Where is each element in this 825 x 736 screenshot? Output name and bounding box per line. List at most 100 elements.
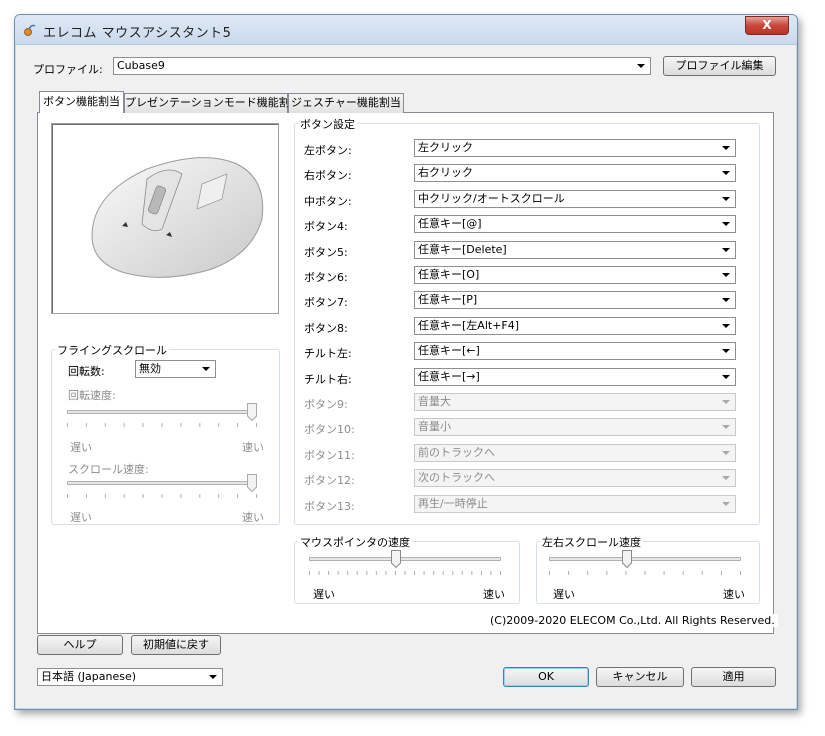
button-setting-label: ボタン11: (304, 449, 355, 462)
chevron-down-icon (722, 451, 730, 455)
pointer-speed-slow: 遅い (313, 588, 335, 601)
button-setting-dropdown[interactable]: 左クリック (414, 139, 736, 157)
pointer-speed-title: マウスポインタの速度 (298, 534, 412, 550)
button-setting-label: ボタン13: (304, 500, 355, 513)
button-setting-value: 任意キー[→] (418, 370, 480, 383)
button-setting-label: ボタン9: (304, 398, 348, 411)
button-setting-label: 中ボタン: (304, 195, 352, 208)
cancel-button[interactable]: キャンセル (596, 667, 684, 687)
button-setting-value: 音量小 (418, 420, 451, 433)
mouse-app-icon (24, 24, 36, 36)
title-bar[interactable]: エレコム マウスアシスタント5 X (15, 15, 797, 45)
chevron-down-icon (722, 502, 730, 506)
button-setting-value: 右クリック (418, 166, 473, 179)
chevron-down-icon (722, 476, 730, 480)
rotation-speed-slow: 遅い (70, 441, 92, 454)
button-setting-dropdown: 前のトラックへ (414, 444, 736, 462)
button-setting-dropdown: 音量小 (414, 418, 736, 436)
close-button[interactable]: X (745, 16, 789, 35)
button-setting-dropdown[interactable]: 任意キー[P] (414, 291, 736, 309)
chevron-down-icon (722, 425, 730, 429)
button-setting-label: ボタン10: (304, 423, 355, 436)
button-setting-dropdown: 音量大 (414, 393, 736, 411)
rotation-dropdown[interactable]: 無効 (135, 360, 216, 378)
profile-value: Cubase9 (117, 59, 165, 72)
chevron-down-icon (637, 64, 645, 68)
button-setting-label: ボタン7: (304, 296, 348, 309)
help-button[interactable]: ヘルプ (37, 635, 123, 655)
chevron-down-icon (209, 675, 217, 679)
button-setting-label: ボタン4: (304, 220, 348, 233)
button-setting-label: 左ボタン: (304, 144, 352, 157)
ok-button[interactable]: OK (503, 667, 589, 687)
button-setting-label: ボタン12: (304, 474, 355, 487)
rotation-speed-ticks (67, 423, 257, 427)
scroll-speed-slider[interactable] (247, 474, 257, 492)
button-setting-dropdown[interactable]: 任意キー[O] (414, 266, 736, 284)
profile-dropdown[interactable]: Cubase9 (113, 57, 651, 75)
chevron-down-icon (722, 375, 730, 379)
language-dropdown[interactable]: 日本語 (Japanese) (37, 668, 223, 686)
hscroll-speed-title: 左右スクロール速度 (540, 534, 643, 550)
window-title: エレコム マウスアシスタント5 (43, 26, 232, 41)
rotation-value: 無効 (139, 362, 161, 375)
chevron-down-icon (202, 367, 210, 371)
button-setting-dropdown: 再生/一時停止 (414, 495, 736, 513)
button-setting-value: 次のトラックへ (418, 471, 495, 484)
chevron-down-icon (722, 197, 730, 201)
tab-button-assign[interactable]: ボタン機能割当 (39, 91, 124, 113)
button-setting-value: 音量大 (418, 395, 451, 408)
hscroll-speed-slider[interactable] (622, 550, 632, 568)
chevron-down-icon (722, 248, 730, 252)
pointer-speed-slider[interactable] (391, 550, 401, 568)
chevron-down-icon (722, 349, 730, 353)
profile-label: プロファイル: (33, 63, 103, 76)
tab-gesture-assign[interactable]: ジェスチャー機能割当 (288, 93, 404, 113)
button-setting-label: ボタン8: (304, 322, 348, 335)
pointer-speed-fast: 速い (483, 588, 505, 601)
button-setting-label: チルト右: (304, 373, 352, 386)
rotation-speed-track (67, 410, 257, 414)
button-setting-dropdown: 次のトラックへ (414, 469, 736, 487)
button-setting-label: ボタン5: (304, 246, 348, 259)
scroll-speed-ticks (67, 494, 257, 498)
rotation-speed-slider[interactable] (247, 403, 257, 421)
scroll-speed-label: スクロール速度: (68, 463, 149, 476)
rotation-speed-label: 回転速度: (68, 389, 116, 402)
profile-edit-button[interactable]: プロファイル編集 (663, 56, 776, 76)
reset-defaults-button[interactable]: 初期値に戻す (131, 635, 221, 655)
copyright-text: (C)2009-2020 ELECOM Co.,Ltd. All Rights … (487, 614, 778, 627)
apply-button[interactable]: 適用 (691, 667, 776, 687)
button-setting-label: チルト左: (304, 347, 352, 360)
button-setting-dropdown[interactable]: 中クリック/オートスクロール (414, 190, 736, 208)
chevron-down-icon (722, 400, 730, 404)
button-setting-value: 任意キー[Delete] (418, 243, 507, 256)
button-setting-dropdown[interactable]: 任意キー[←] (414, 342, 736, 360)
button-setting-dropdown[interactable]: 任意キー[→] (414, 368, 736, 386)
button-setting-value: 任意キー[P] (418, 293, 478, 306)
language-value: 日本語 (Japanese) (41, 670, 137, 683)
button-setting-value: 任意キー[O] (418, 268, 480, 281)
button-setting-value: 任意キー[@] (418, 217, 482, 230)
button-setting-dropdown[interactable]: 右クリック (414, 164, 736, 182)
chevron-down-icon (722, 273, 730, 277)
button-setting-dropdown[interactable]: 任意キー[Delete] (414, 241, 736, 259)
button-setting-value: 任意キー[左Alt+F4] (418, 319, 520, 332)
button-setting-value: 任意キー[←] (418, 344, 480, 357)
button-setting-value: 再生/一時停止 (418, 497, 488, 510)
pointer-speed-track (309, 557, 501, 561)
button-setting-dropdown[interactable]: 任意キー[@] (414, 215, 736, 233)
scroll-speed-fast: 速い (242, 511, 264, 524)
tab-presentation-assign[interactable]: プレゼンテーションモード機能割当 (124, 93, 301, 113)
button-setting-value: 前のトラックへ (418, 446, 495, 459)
button-setting-dropdown[interactable]: 任意キー[左Alt+F4] (414, 317, 736, 335)
button-setting-value: 中クリック/オートスクロール (418, 192, 565, 205)
button-setting-value: 左クリック (418, 141, 473, 154)
chevron-down-icon (722, 222, 730, 226)
rotation-label: 回転数: (68, 365, 105, 378)
button-settings-title: ボタン設定 (298, 116, 357, 132)
pointer-speed-ticks (309, 571, 501, 575)
hscroll-speed-ticks (549, 571, 741, 575)
scroll-speed-slow: 遅い (70, 511, 92, 524)
flying-scroll-title: フライングスクロール (55, 342, 169, 358)
